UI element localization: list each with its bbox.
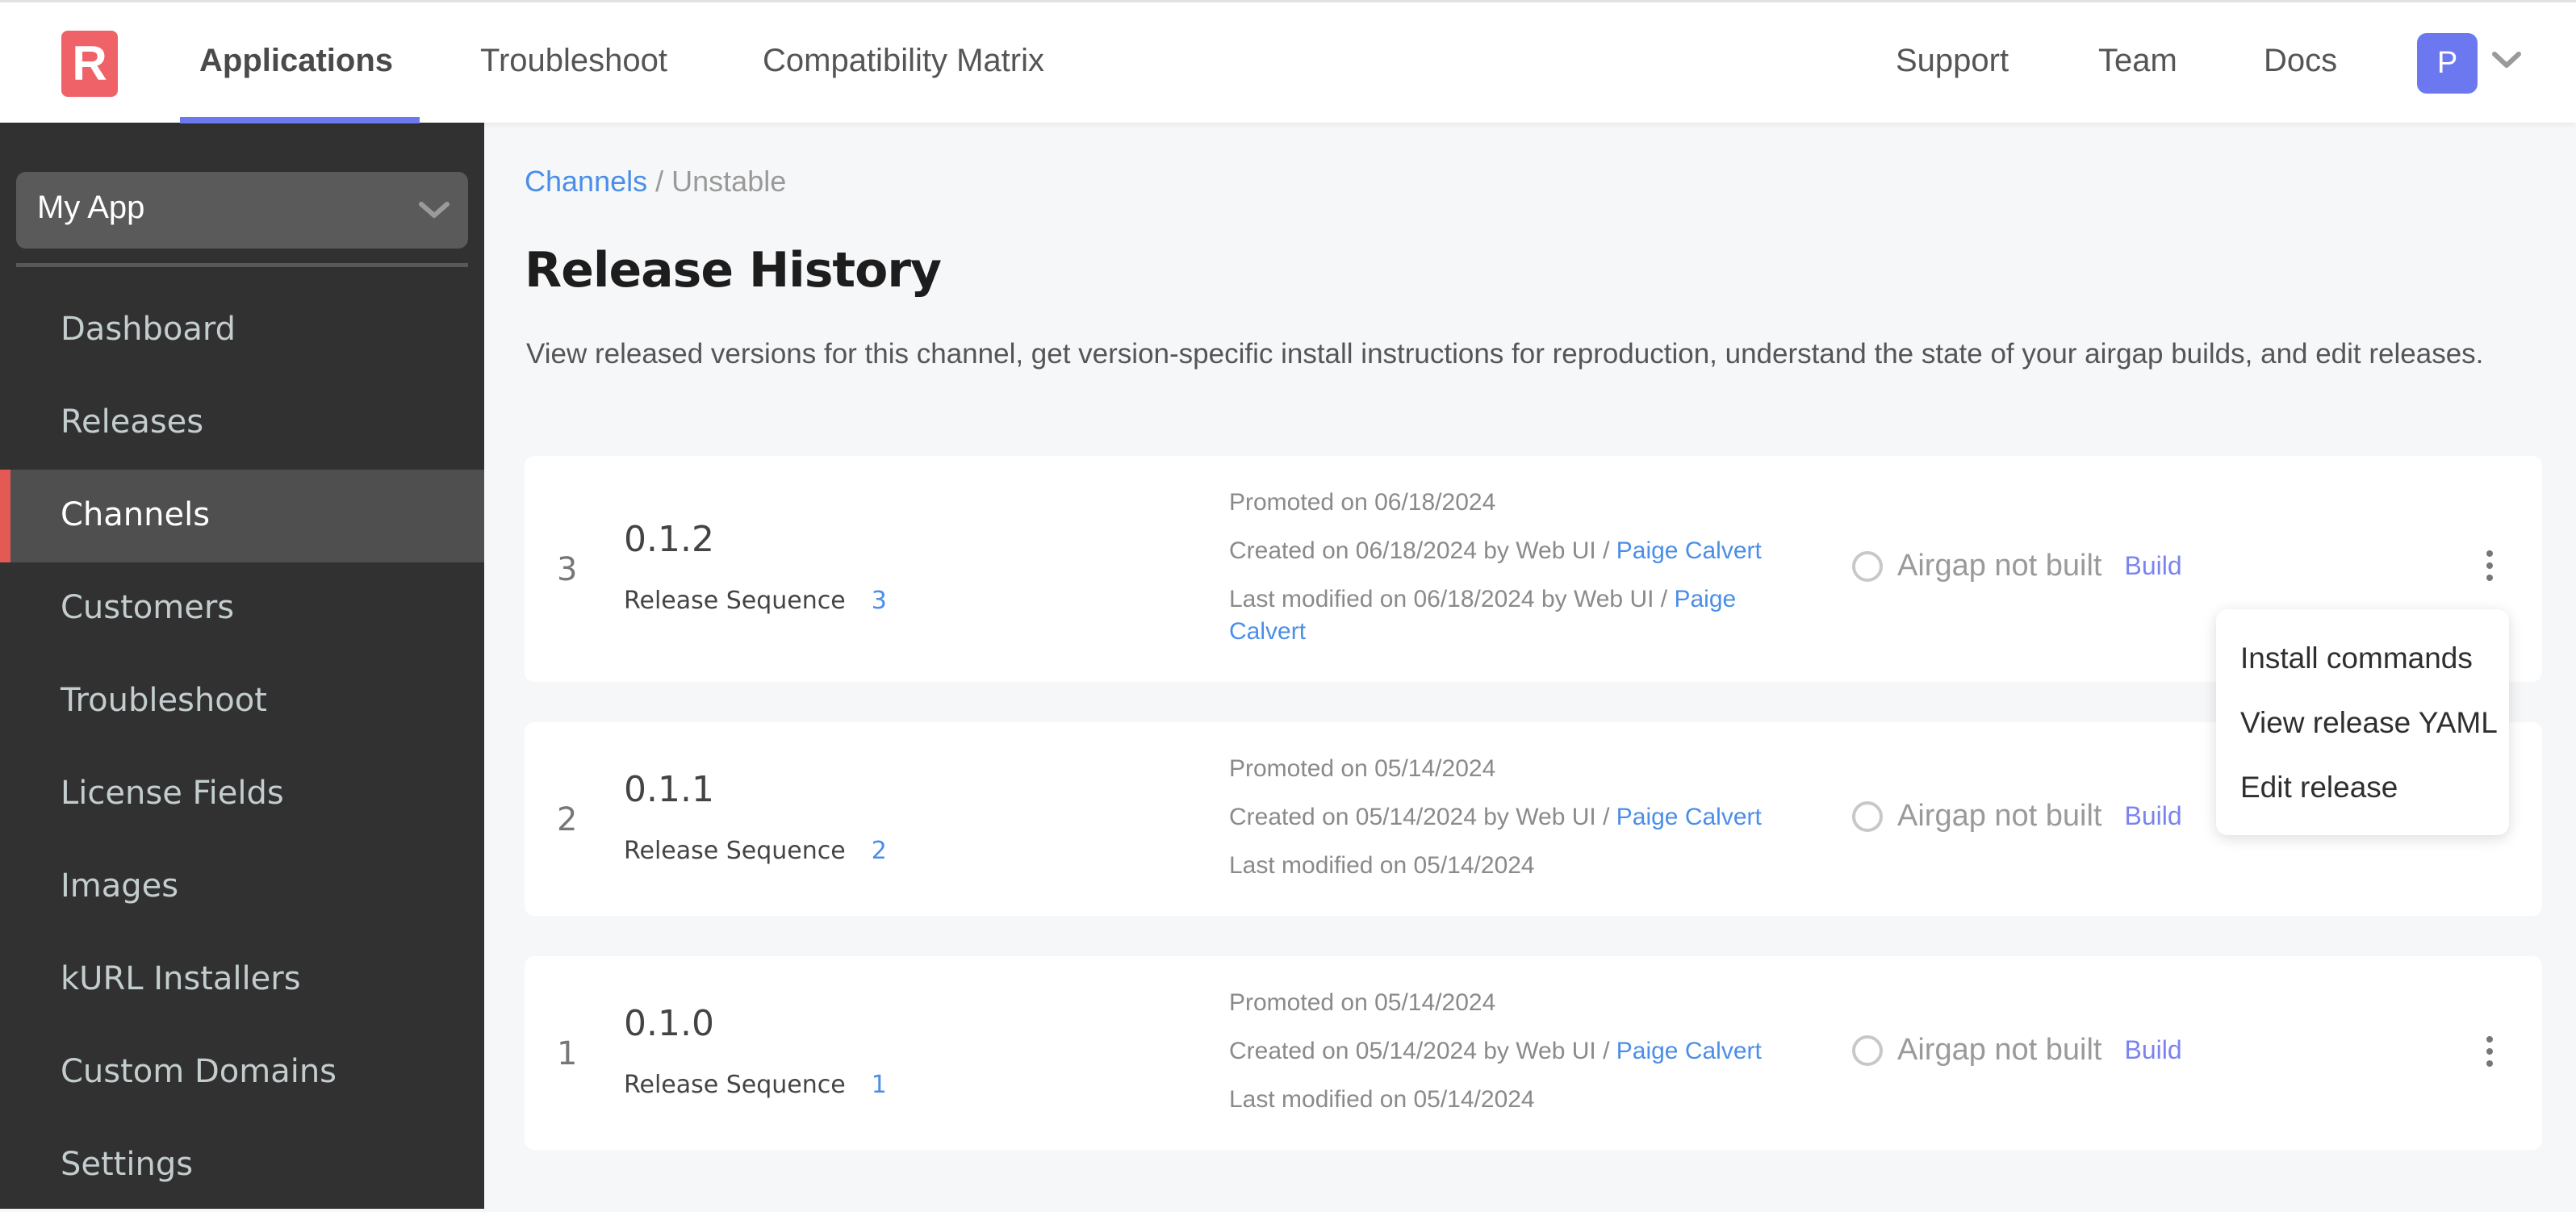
status-circle-icon xyxy=(1852,1034,1883,1066)
more-options-icon[interactable] xyxy=(2478,1033,2502,1070)
build-airgap-button[interactable]: Build xyxy=(2125,801,2182,831)
sidebar-item-license-fields[interactable]: License Fields xyxy=(0,748,484,841)
menu-item-install-commands[interactable]: Install commands xyxy=(2240,642,2473,675)
topnav-docs[interactable]: Docs xyxy=(2264,43,2337,79)
menu-item-edit-release[interactable]: Edit release xyxy=(2240,771,2398,805)
chevron-down-icon xyxy=(419,202,450,218)
release-sequence: Release Sequence 1 xyxy=(624,1071,887,1099)
release-version: 0.1.2 xyxy=(624,519,714,560)
created-text: Created on 06/18/2024 by Web UI / xyxy=(1229,537,1616,564)
breadcrumb: Channels / Unstable xyxy=(525,165,786,199)
release-sequence-link[interactable]: 2 xyxy=(872,837,887,865)
breadcrumb-current: Unstable xyxy=(671,165,787,198)
promoted-date: Promoted on 05/14/2024 xyxy=(1229,755,1496,782)
airgap-status-text: Airgap not built xyxy=(1897,1033,2102,1067)
sidebar-item-images[interactable]: Images xyxy=(0,841,484,934)
modified-info: Last modified on 05/14/2024 xyxy=(1229,850,1810,882)
replicated-logo[interactable]: R xyxy=(61,31,118,97)
topnav-team[interactable]: Team xyxy=(2098,43,2177,79)
sidebar-item-releases[interactable]: Releases xyxy=(0,377,484,470)
more-options-icon[interactable] xyxy=(2478,547,2502,584)
build-airgap-button[interactable]: Build xyxy=(2125,1035,2182,1065)
release-sequence-label: Release Sequence xyxy=(624,1071,846,1099)
app-selector[interactable]: My App xyxy=(16,172,468,249)
status-circle-icon xyxy=(1852,550,1883,582)
created-info: Created on 05/14/2024 by Web UI / Paige … xyxy=(1229,1035,1810,1068)
modified-text: Last modified on 05/14/2024 xyxy=(1229,852,1535,879)
menu-item-view-release-yaml[interactable]: View release YAML xyxy=(2240,706,2498,740)
created-text: Created on 05/14/2024 by Web UI / xyxy=(1229,1038,1616,1064)
release-metadata: Promoted on 05/14/2024 Created on 05/14/… xyxy=(1229,987,1810,1116)
topnav-compatibility-matrix[interactable]: Compatibility Matrix xyxy=(763,43,1044,79)
promoted-date: Promoted on 06/18/2024 xyxy=(1229,489,1496,516)
user-avatar[interactable]: P xyxy=(2417,33,2478,94)
release-version: 0.1.1 xyxy=(624,769,714,810)
release-metadata: Promoted on 06/18/2024 Created on 06/18/… xyxy=(1229,487,1810,648)
sidebar-item-channels[interactable]: Channels xyxy=(0,470,484,562)
sidebar-item-label: Channels xyxy=(61,496,211,533)
main-content: Channels / Unstable Release History View… xyxy=(484,123,2576,1209)
promoted-date: Promoted on 05/14/2024 xyxy=(1229,989,1496,1016)
page-title: Release History xyxy=(525,242,942,299)
status-circle-icon xyxy=(1852,800,1883,832)
airgap-status: Airgap not built Build xyxy=(1852,1033,2182,1068)
sidebar-item-kurl-installers[interactable]: kURL Installers xyxy=(0,934,484,1026)
sidebar-item-label: Custom Domains xyxy=(61,1053,337,1090)
sidebar-item-label: Images xyxy=(61,867,179,905)
sidebar: My App Dashboard Releases Channels Custo… xyxy=(0,123,484,1209)
airgap-status: Airgap not built Build xyxy=(1852,549,2182,583)
created-user-link[interactable]: Paige Calvert xyxy=(1616,1038,1762,1064)
modified-text: Last modified on 05/14/2024 xyxy=(1229,1086,1535,1113)
breadcrumb-separator: / xyxy=(655,165,664,198)
created-user-link[interactable]: Paige Calvert xyxy=(1616,804,1762,830)
release-actions-menu: Install commands View release YAML Edit … xyxy=(2216,609,2509,835)
topnav-applications[interactable]: Applications xyxy=(199,43,393,79)
modified-text: Last modified on 06/18/2024 by Web UI / xyxy=(1229,586,1675,612)
sidebar-item-dashboard[interactable]: Dashboard xyxy=(0,284,484,377)
breadcrumb-channels-link[interactable]: Channels xyxy=(525,165,647,198)
created-text: Created on 05/14/2024 by Web UI / xyxy=(1229,804,1616,830)
modified-info: Last modified on 06/18/2024 by Web UI / … xyxy=(1229,583,1810,648)
airgap-status: Airgap not built Build xyxy=(1852,799,2182,834)
airgap-status-text: Airgap not built xyxy=(1897,799,2102,833)
active-tab-indicator xyxy=(180,117,420,123)
sidebar-item-label: Settings xyxy=(61,1146,194,1183)
sidebar-item-label: License Fields xyxy=(61,775,284,812)
build-airgap-button[interactable]: Build xyxy=(2125,551,2182,581)
sidebar-item-label: Troubleshoot xyxy=(61,682,267,719)
topnav-support[interactable]: Support xyxy=(1896,43,2009,79)
release-index: 2 xyxy=(557,801,578,838)
release-sequence-link[interactable]: 3 xyxy=(872,587,887,615)
sidebar-item-label: kURL Installers xyxy=(61,960,301,997)
release-sequence: Release Sequence 2 xyxy=(624,837,887,865)
release-sequence: Release Sequence 3 xyxy=(624,587,887,615)
sidebar-item-custom-domains[interactable]: Custom Domains xyxy=(0,1026,484,1119)
modified-info: Last modified on 05/14/2024 xyxy=(1229,1084,1810,1116)
release-index: 3 xyxy=(557,551,578,588)
sidebar-divider xyxy=(16,263,468,267)
topnav-troubleshoot[interactable]: Troubleshoot xyxy=(480,43,667,79)
sidebar-item-settings[interactable]: Settings xyxy=(0,1119,484,1212)
release-index: 1 xyxy=(557,1035,578,1072)
created-info: Created on 06/18/2024 by Web UI / Paige … xyxy=(1229,535,1810,567)
sidebar-item-label: Customers xyxy=(61,589,235,626)
created-user-link[interactable]: Paige Calvert xyxy=(1616,537,1762,564)
page-description: View released versions for this channel,… xyxy=(526,338,2484,370)
app-selector-value: My App xyxy=(37,190,145,225)
sidebar-item-label: Releases xyxy=(61,403,204,441)
release-sequence-label: Release Sequence xyxy=(624,587,846,615)
sidebar-item-troubleshoot[interactable]: Troubleshoot xyxy=(0,655,484,748)
created-info: Created on 05/14/2024 by Web UI / Paige … xyxy=(1229,801,1810,834)
airgap-status-text: Airgap not built xyxy=(1897,549,2102,583)
release-version: 0.1.0 xyxy=(624,1003,714,1044)
chevron-down-icon[interactable] xyxy=(2490,43,2524,77)
release-sequence-label: Release Sequence xyxy=(624,837,846,865)
release-sequence-link[interactable]: 1 xyxy=(872,1071,887,1099)
sidebar-item-label: Dashboard xyxy=(61,311,236,348)
sidebar-item-customers[interactable]: Customers xyxy=(0,562,484,655)
top-navigation-bar: R Applications Troubleshoot Compatibilit… xyxy=(0,0,2576,123)
release-card: 1 0.1.0 Release Sequence 1 Promoted on 05… xyxy=(525,956,2542,1150)
release-metadata: Promoted on 05/14/2024 Created on 05/14/… xyxy=(1229,753,1810,882)
